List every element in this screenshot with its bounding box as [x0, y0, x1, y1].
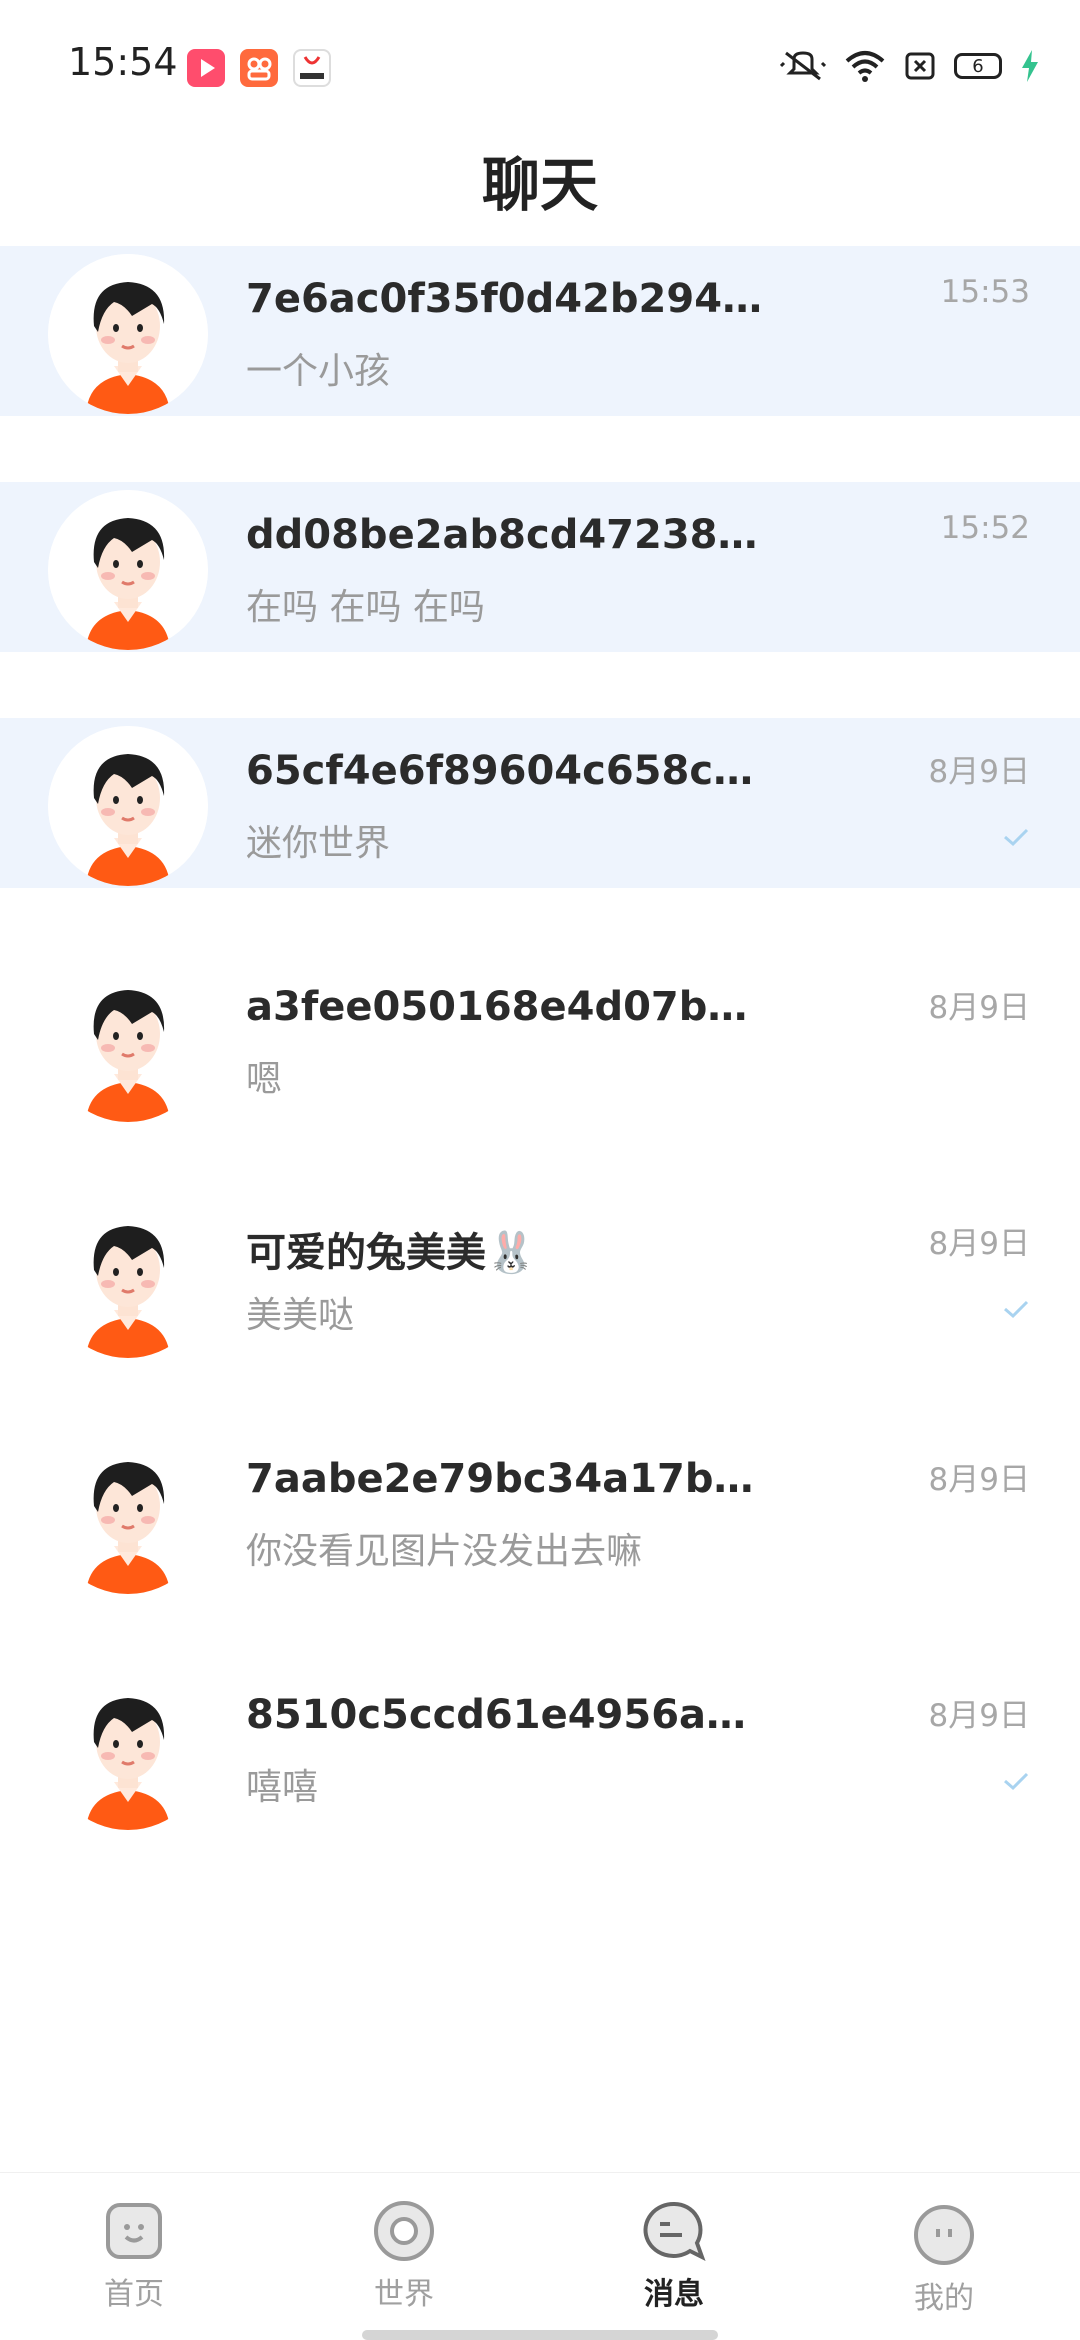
nav-label-profile: 我的	[914, 2281, 974, 2316]
avatar-illustration	[48, 1434, 208, 1594]
avatar-illustration	[48, 1198, 208, 1358]
avatar[interactable]	[48, 490, 208, 650]
mute-icon	[780, 51, 826, 81]
chat-name: 65cf4e6f89604c658c9fb...	[246, 748, 766, 794]
read-check-icon	[1004, 1300, 1029, 1319]
bottom-nav: 首页 世界 消息 我的	[0, 2172, 1080, 2340]
avatar[interactable]	[48, 726, 208, 886]
message-bubble-icon	[643, 2201, 706, 2262]
avatar-illustration	[48, 490, 208, 650]
chat-time: 8月9日	[928, 754, 1030, 790]
chat-last-message: 嘻嘻	[246, 1767, 319, 1808]
profile-face-icon	[914, 2205, 974, 2265]
avatar-illustration	[48, 962, 208, 1122]
avatar-illustration	[48, 254, 208, 414]
chat-name: 7e6ac0f35f0d42b294ce8...	[246, 276, 766, 322]
home-face-icon	[106, 2203, 162, 2259]
avatar[interactable]	[48, 254, 208, 414]
chat-last-message: 迷你世界	[246, 823, 391, 864]
video-app-icon	[187, 49, 225, 87]
chat-list-item[interactable]: 7aabe2e79bc34a17b9bb... 你没看见图片没发出去嘛 8月9日	[0, 1426, 1080, 1596]
chat-time: 8月9日	[928, 1462, 1030, 1498]
nav-item-messages[interactable]: 消息	[594, 2199, 754, 2313]
system-status-icons: 6	[780, 46, 1040, 86]
charging-icon	[1022, 50, 1038, 82]
status-bar: 15:54 6	[0, 0, 1080, 130]
world-ring-icon	[374, 2201, 434, 2261]
chat-list-item[interactable]: a3fee050168e4d07bd32... 嗯 8月9日	[0, 954, 1080, 1124]
chat-name: dd08be2ab8cd47238eecc...	[246, 512, 766, 558]
nav-item-home[interactable]: 首页	[54, 2199, 214, 2313]
chat-last-message: 嗯	[246, 1059, 283, 1100]
chat-list-item[interactable]: 可爱的兔美美🐰 美美哒 8月9日	[0, 1190, 1080, 1360]
chat-time: 8月9日	[928, 1698, 1030, 1734]
avatar[interactable]	[48, 1198, 208, 1358]
avatar[interactable]	[48, 1670, 208, 1830]
chat-name: 7aabe2e79bc34a17b9bb...	[246, 1456, 766, 1502]
avatar[interactable]	[48, 1434, 208, 1594]
chat-name: a3fee050168e4d07bd32...	[246, 984, 766, 1030]
sim-icon	[905, 52, 935, 80]
nav-label-home: 首页	[104, 2277, 164, 2312]
chat-screen: 15:54 6 聊天 7e6ac0f35f0d42b294c 一个小孩 15:5…	[0, 0, 1080, 2340]
page-title: 聊天	[481, 151, 598, 219]
nav-item-world[interactable]: 世界	[324, 2199, 484, 2313]
store-app-icon	[293, 49, 331, 87]
read-check-icon	[1004, 828, 1029, 847]
chat-list-item[interactable]: dd08be2ab8cd47238eecc... 在吗 在吗 在吗 15:52	[0, 482, 1080, 652]
chat-last-message: 在吗 在吗 在吗	[246, 587, 485, 628]
wifi-icon	[845, 51, 885, 82]
chat-name: 可爱的兔美美🐰	[246, 1230, 536, 1276]
battery-icon: 6	[954, 53, 1002, 79]
chat-name: 8510c5ccd61e4956aa64...	[246, 1692, 766, 1738]
status-time: 15:54	[68, 40, 178, 84]
avatar-illustration	[48, 726, 208, 886]
avatar[interactable]	[48, 962, 208, 1122]
chat-time: 8月9日	[928, 1226, 1030, 1262]
chat-last-message: 一个小孩	[246, 351, 391, 392]
read-check-icon	[1004, 1772, 1029, 1791]
nav-label-world: 世界	[374, 2277, 434, 2312]
chat-last-message: 你没看见图片没发出去嘛	[246, 1531, 643, 1572]
chat-list-item[interactable]: 7e6ac0f35f0d42b294ce8... 一个小孩 15:53	[0, 246, 1080, 416]
nav-label-messages: 消息	[644, 2277, 704, 2312]
group-app-icon	[240, 49, 278, 87]
home-indicator[interactable]	[362, 2330, 718, 2340]
chat-time: 15:53	[940, 274, 1030, 310]
avatar-illustration	[48, 1670, 208, 1830]
chat-last-message: 美美哒	[246, 1295, 355, 1336]
nav-item-profile[interactable]: 我的	[864, 2199, 1024, 2317]
chat-time: 15:52	[940, 510, 1030, 546]
chat-list-item[interactable]: 65cf4e6f89604c658c9fb... 迷你世界 8月9日	[0, 718, 1080, 888]
chat-list-item[interactable]: 8510c5ccd61e4956aa64... 嘻嘻 8月9日	[0, 1662, 1080, 1832]
battery-level: 6	[972, 55, 984, 77]
chat-time: 8月9日	[928, 990, 1030, 1026]
